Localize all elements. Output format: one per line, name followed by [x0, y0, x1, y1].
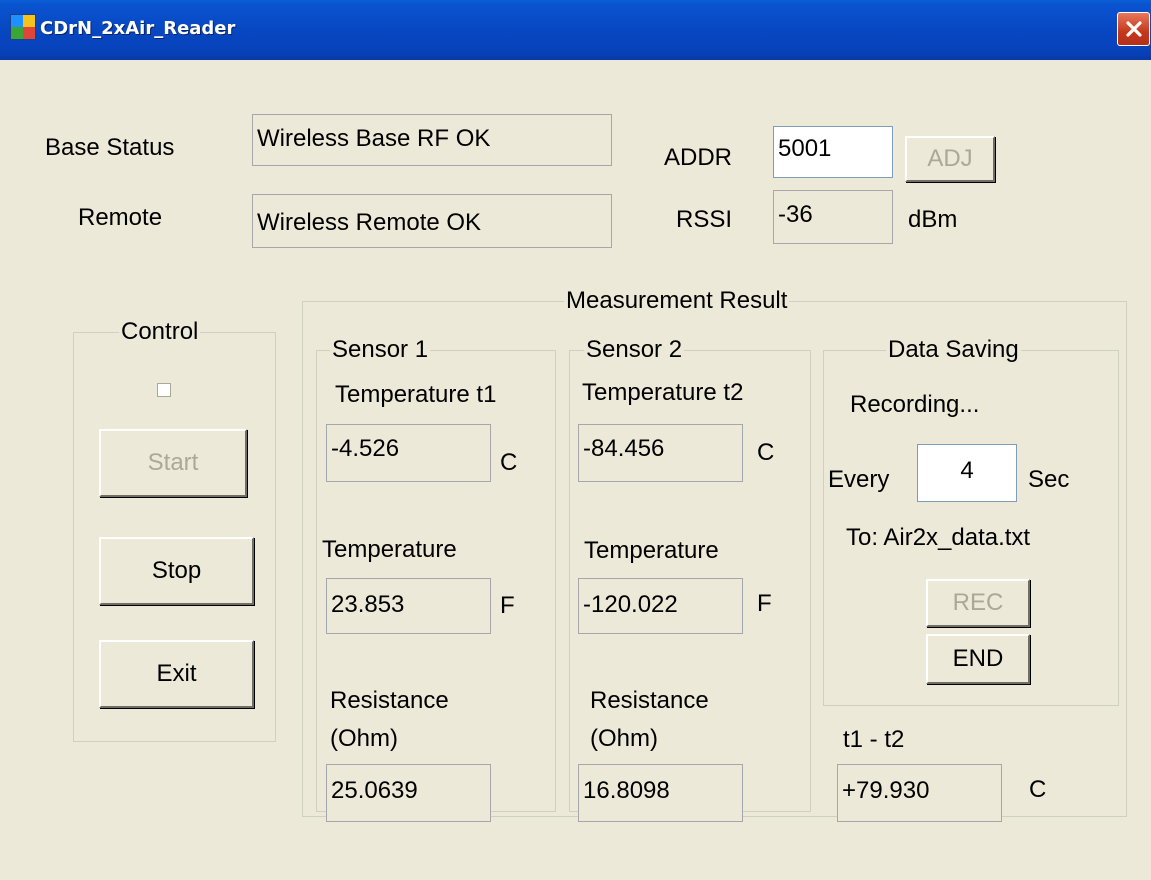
recording-status: Recording...	[850, 391, 980, 418]
sensor2-resistance-field: 16.8098	[578, 764, 743, 822]
every-unit: Sec	[1028, 466, 1070, 493]
remote-label: Remote	[78, 204, 163, 231]
addr-input[interactable]: 5001	[773, 126, 893, 178]
sensor2-temp-c-field: -84.456	[578, 424, 743, 482]
control-checkbox[interactable]	[157, 383, 171, 397]
rssi-label: RSSI	[676, 206, 733, 233]
sensor1-temp-f-unit: F	[500, 592, 515, 619]
end-button[interactable]: END	[926, 634, 1030, 684]
sensor1-resistance-field: 25.0639	[326, 764, 491, 822]
base-status-label: Base Status	[45, 134, 175, 161]
diff-field: +79.930	[837, 764, 1002, 822]
measurement-group-label: Measurement Result	[564, 287, 790, 315]
close-button[interactable]	[1117, 12, 1150, 46]
close-icon	[1125, 21, 1142, 37]
exit-button[interactable]: Exit	[99, 640, 254, 708]
window-title: CDrN_2xAir_Reader	[40, 18, 236, 39]
base-status-field: Wireless Base RF OK	[252, 114, 612, 166]
data-saving-group-label: Data Saving	[886, 336, 1021, 364]
sensor1-temp-c-label: Temperature t1	[335, 381, 497, 408]
sensor1-temp-f-field: 23.853	[326, 578, 491, 634]
sensor2-resistance-unit-label: (Ohm)	[590, 725, 658, 752]
sensor2-temp-f-unit: F	[757, 590, 772, 617]
stop-button[interactable]: Stop	[99, 537, 254, 605]
interval-input[interactable]: 4	[917, 444, 1017, 502]
sensor2-temp-f-label: Temperature	[584, 537, 719, 564]
addr-label: ADDR	[664, 144, 733, 171]
app-icon	[10, 14, 36, 40]
diff-unit: C	[1029, 776, 1047, 803]
adj-button[interactable]: ADJ	[905, 136, 995, 182]
sensor2-resistance-label: Resistance	[590, 687, 709, 714]
sensor1-resistance-unit-label: (Ohm)	[330, 725, 398, 752]
start-button[interactable]: Start	[99, 429, 247, 497]
sensor1-temp-c-unit: C	[500, 449, 518, 476]
diff-label: t1 - t2	[843, 726, 905, 753]
client-area: Base Status Wireless Base RF OK Remote W…	[0, 60, 1151, 880]
sensor2-temp-c-label: Temperature t2	[582, 379, 744, 406]
every-label: Every	[828, 466, 890, 493]
rssi-unit: dBm	[908, 206, 958, 233]
sensor1-temp-f-label: Temperature	[322, 536, 457, 563]
save-file-label: To: Air2x_data.txt	[846, 524, 1031, 551]
rssi-field: -36	[773, 190, 893, 244]
control-group-label: Control	[119, 318, 201, 346]
sensor2-temp-f-field: -120.022	[578, 578, 743, 634]
remote-status-field: Wireless Remote OK	[252, 194, 612, 248]
sensor1-resistance-label: Resistance	[330, 687, 449, 714]
sensor1-group-label: Sensor 1	[330, 336, 431, 364]
rec-button[interactable]: REC	[926, 579, 1030, 627]
sensor1-temp-c-field: -4.526	[326, 424, 491, 482]
title-bar[interactable]: CDrN_2xAir_Reader	[0, 0, 1151, 60]
sensor2-group-label: Sensor 2	[584, 336, 685, 364]
sensor2-temp-c-unit: C	[757, 439, 775, 466]
